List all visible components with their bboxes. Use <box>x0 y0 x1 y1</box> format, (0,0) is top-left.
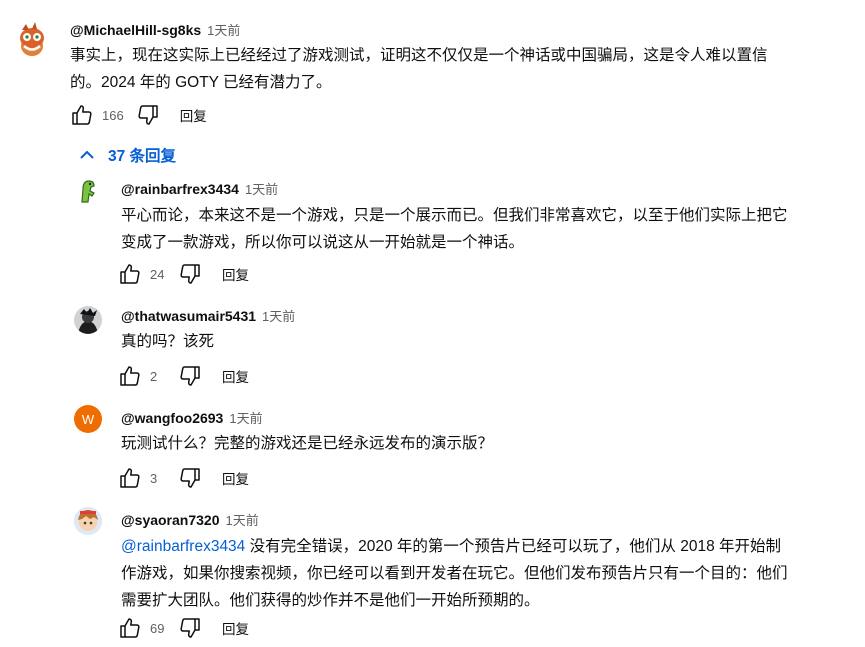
comment-actions: 166 回复 <box>68 101 207 129</box>
avatar[interactable] <box>12 20 52 60</box>
avatar[interactable] <box>74 306 102 334</box>
avatar[interactable] <box>74 507 102 535</box>
author-name[interactable]: @syaoran7320 <box>121 512 220 528</box>
reply-text: 真的吗？该死 <box>121 328 851 355</box>
replies-count-label: 37 条回复 <box>108 148 177 165</box>
reply-line: 平心而论，本来这不是一个游戏，只是一个展示而已。但我们非常喜欢它，以至于他们实际… <box>121 207 788 224</box>
reply-actions: 69 回复 <box>116 614 249 642</box>
comment-author[interactable]: @MichaelHill-sg8ks 1天前 <box>70 20 240 39</box>
like-button[interactable] <box>68 101 96 129</box>
reply-text: 平心而论，本来这不是一个游戏，只是一个展示而已。但我们非常喜欢它，以至于他们实际… <box>121 202 851 256</box>
comment-line: 事实上，现在这实际上已经经过了游戏测试，证明这不仅仅是一个神话或中国骗局，这是令… <box>70 47 768 64</box>
reply-author[interactable]: @syaoran7320 1天前 <box>121 510 259 529</box>
reply-line: 真的吗？该死 <box>121 333 215 350</box>
dislike-button[interactable] <box>176 260 204 288</box>
avatar-dino-icon <box>81 180 95 203</box>
replies-toggle[interactable]: 37 条回复 <box>80 144 176 166</box>
mention-link[interactable]: @rainbarfrex3434 <box>121 538 245 555</box>
like-count: 2 <box>150 368 158 384</box>
comment-line: 的。2024 年的 GOTY 已经有潜力了。 <box>70 74 332 91</box>
like-button[interactable] <box>116 614 144 642</box>
chevron-up-icon <box>80 150 94 159</box>
reply-time[interactable]: 1天前 <box>229 411 262 426</box>
reply-actions: 3 回复 <box>116 464 249 492</box>
author-name[interactable]: @MichaelHill-sg8ks <box>70 22 201 38</box>
comment-text: 事实上，现在这实际上已经经过了游戏测试，证明这不仅仅是一个神话或中国骗局，这是令… <box>70 42 850 96</box>
thumb-down-icon <box>180 264 200 284</box>
like-count: 166 <box>102 107 124 123</box>
reply-time[interactable]: 1天前 <box>226 513 259 528</box>
reply-button[interactable]: 回复 <box>222 468 249 488</box>
reply-line: 玩测试什么？完整的游戏还是已经永远发布的演示版？ <box>121 435 494 452</box>
like-button[interactable] <box>116 464 144 492</box>
dislike-button[interactable] <box>176 464 204 492</box>
reply-button[interactable]: 回复 <box>222 366 249 386</box>
reply-actions: 2 回复 <box>116 362 249 390</box>
reply-text: 玩测试什么？完整的游戏还是已经永远发布的演示版？ <box>121 430 851 457</box>
reply-button[interactable]: 回复 <box>180 105 207 125</box>
author-name[interactable]: @wangfoo2693 <box>121 410 223 426</box>
like-count: 24 <box>150 266 165 282</box>
thumb-down-icon <box>180 366 200 386</box>
reply-time[interactable]: 1天前 <box>262 309 295 324</box>
like-button[interactable] <box>116 362 144 390</box>
thumb-up-icon <box>120 264 140 284</box>
thumb-down-icon <box>180 468 200 488</box>
reply-author[interactable]: @wangfoo2693 1天前 <box>121 408 263 427</box>
reply-line: 需要扩大团队。他们获得的炒作并不是他们一开始所预期的。 <box>121 592 540 609</box>
reply-actions: 24 回复 <box>116 260 249 288</box>
thumb-down-icon <box>180 618 200 638</box>
reply-line: 作游戏，如果你搜索视频，你已经可以看到开发者在玩它。但他们发布预告片只有一个目的… <box>121 565 788 582</box>
like-count: 3 <box>150 470 158 486</box>
thumb-up-icon <box>120 366 140 386</box>
author-name[interactable]: @thatwasumair5431 <box>121 308 256 324</box>
thumb-up-icon <box>72 105 92 125</box>
avatar[interactable] <box>74 177 102 205</box>
comment-time[interactable]: 1天前 <box>207 23 240 38</box>
avatar-anime-icon <box>74 507 102 535</box>
like-button[interactable] <box>116 260 144 288</box>
reply-button[interactable]: 回复 <box>222 618 249 638</box>
dislike-button[interactable] <box>134 101 162 129</box>
like-count: 69 <box>150 620 165 636</box>
avatar-crash-icon <box>20 22 44 56</box>
reply-text: @rainbarfrex3434 没有完全错误，2020 年的第一个预告片已经可… <box>121 533 856 614</box>
thumb-up-icon <box>120 618 140 638</box>
avatar-character-icon <box>74 306 102 334</box>
avatar-letter: W <box>81 411 95 427</box>
reply-time[interactable]: 1天前 <box>245 182 278 197</box>
reply-author[interactable]: @rainbarfrex3434 1天前 <box>121 179 278 198</box>
dislike-button[interactable] <box>176 614 204 642</box>
reply-button[interactable]: 回复 <box>222 264 249 284</box>
avatar[interactable]: W <box>74 405 102 433</box>
reply-author[interactable]: @thatwasumair5431 1天前 <box>121 306 295 325</box>
reply-line: @rainbarfrex3434 没有完全错误，2020 年的第一个预告片已经可… <box>121 533 856 560</box>
author-name[interactable]: @rainbarfrex3434 <box>121 181 239 197</box>
dislike-button[interactable] <box>176 362 204 390</box>
thumb-up-icon <box>120 468 140 488</box>
reply-line: 变成了一款游戏，所以你可以说这从一开始就是一个神话。 <box>121 234 525 251</box>
thumb-down-icon <box>138 105 158 125</box>
reply-line-text: 没有完全错误，2020 年的第一个预告片已经可以玩了，他们从 2018 年开始制 <box>245 538 782 555</box>
